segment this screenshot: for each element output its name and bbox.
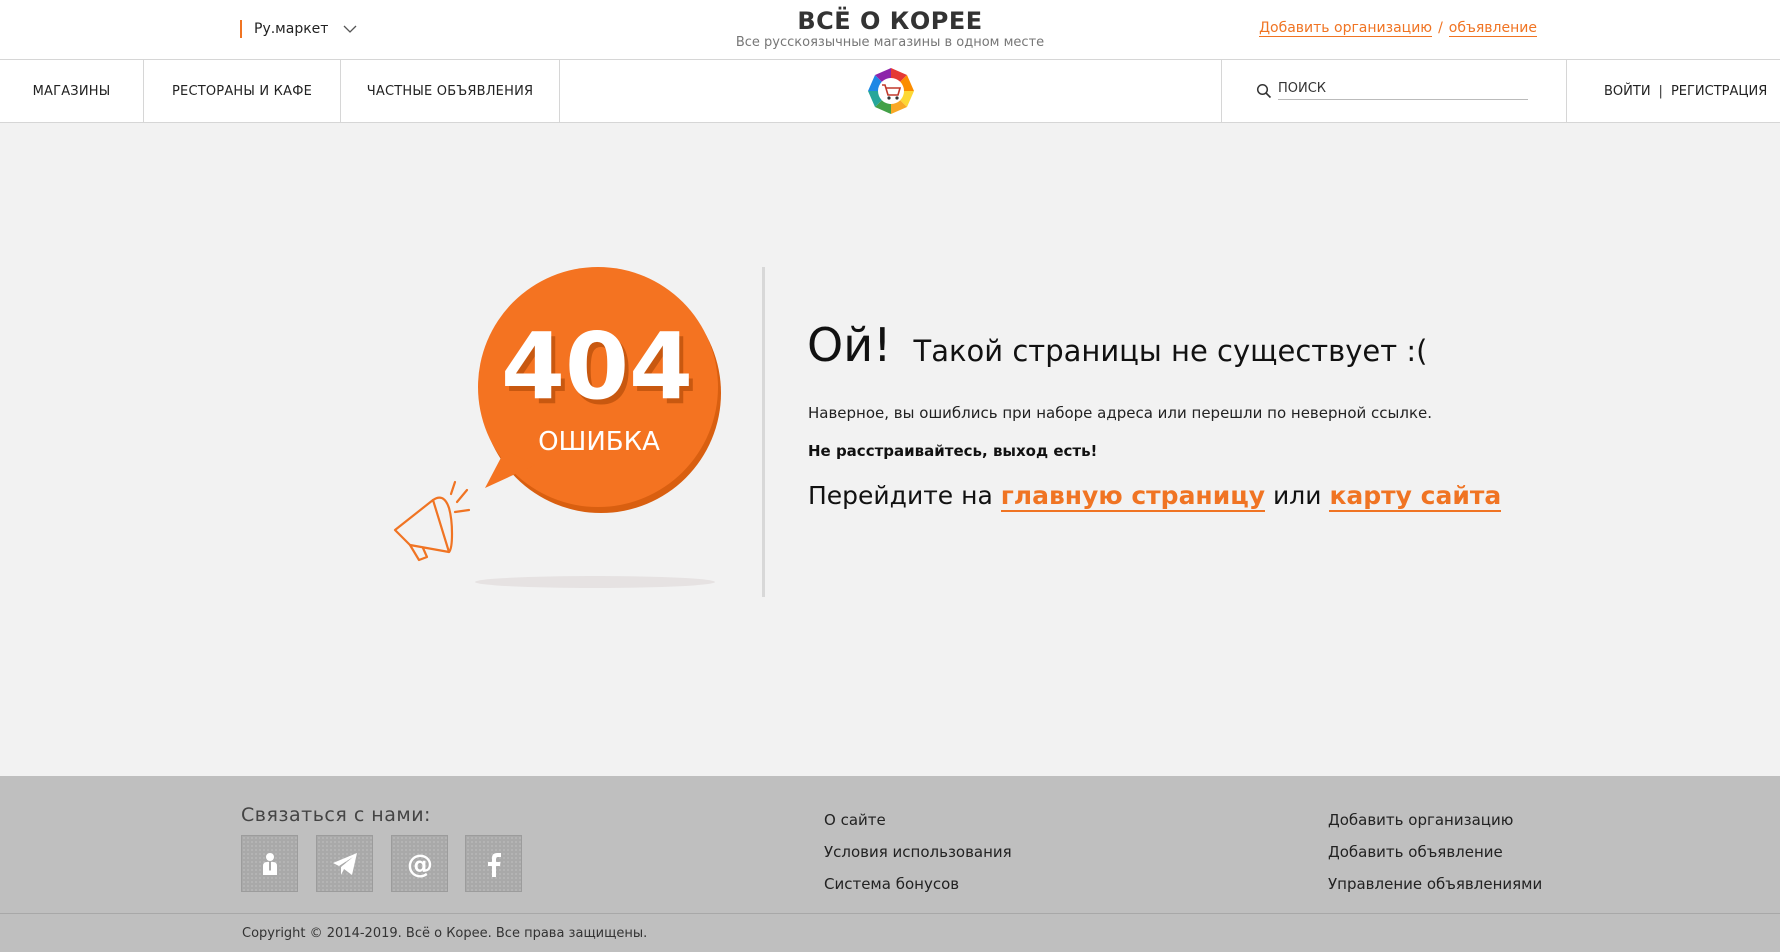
goto-prefix: Перейдите на bbox=[808, 481, 993, 510]
error-hint: Наверное, вы ошиблись при наборе адреса … bbox=[808, 404, 1432, 422]
error-label-text: ОШИБКА bbox=[538, 427, 660, 457]
add-links: Добавить организацию / объявление bbox=[1259, 20, 1537, 37]
footer-add-ad-link[interactable]: Добавить объявление bbox=[1328, 836, 1542, 868]
email-button[interactable]: @ bbox=[391, 835, 448, 892]
about-link[interactable]: О сайте bbox=[824, 804, 1012, 836]
register-link[interactable]: Регистрация bbox=[1671, 84, 1767, 99]
person-icon bbox=[262, 852, 277, 875]
search-input[interactable] bbox=[1278, 78, 1528, 100]
add-org-word: организацию bbox=[1334, 20, 1433, 36]
error-navigation: Перейдите на главную страницу или карту … bbox=[808, 481, 1502, 512]
sitemap-link[interactable]: карту сайта bbox=[1329, 481, 1502, 512]
footer-add-organization-link[interactable]: Добавить организацию bbox=[1328, 804, 1542, 836]
contact-person-button[interactable] bbox=[241, 835, 298, 892]
main-nav: Магазины Рестораны и кафе Частные объявл… bbox=[0, 60, 1780, 123]
facebook-button[interactable] bbox=[465, 835, 522, 892]
site-logo[interactable] bbox=[867, 67, 915, 115]
svg-text:@: @ bbox=[407, 850, 433, 879]
manage-ads-link[interactable]: Управление объявлениями bbox=[1328, 868, 1542, 900]
error-headline: Ой! Такой страницы не существует :( bbox=[807, 318, 1427, 372]
login-link[interactable]: Войти bbox=[1604, 84, 1651, 99]
search-box bbox=[1221, 60, 1567, 122]
add-org-prefix: Добавить bbox=[1259, 20, 1330, 36]
bubble-shadow bbox=[475, 576, 715, 588]
add-ad-link[interactable]: объявление bbox=[1448, 20, 1537, 37]
contact-title: Связаться с нами: bbox=[241, 804, 431, 826]
footer-links-info: О сайте Условия использования Система бо… bbox=[824, 804, 1012, 900]
add-links-separator: / bbox=[1438, 20, 1443, 36]
nav-item-classifieds[interactable]: Частные объявления bbox=[341, 60, 560, 122]
bonus-system-link[interactable]: Система бонусов bbox=[824, 868, 1012, 900]
telegram-button[interactable] bbox=[316, 835, 373, 892]
content-divider bbox=[762, 267, 765, 597]
oops-text: Ой! bbox=[807, 318, 892, 372]
footer-links-actions: Добавить организацию Добавить объявление… bbox=[1328, 804, 1542, 900]
telegram-icon bbox=[332, 852, 357, 875]
copyright-bar: Copyright © 2014-2019. Всё о Корее. Все … bbox=[0, 914, 1780, 952]
nav-item-restaurants[interactable]: Рестораны и кафе bbox=[144, 60, 341, 122]
nav-item-shops[interactable]: Магазины bbox=[0, 60, 144, 122]
top-header: Ру.маркет ВСЁ О КОРЕЕ Все русскоязычные … bbox=[0, 0, 1780, 60]
facebook-icon bbox=[487, 852, 501, 877]
error-404-illustration: 404 404 ОШИБКА bbox=[393, 267, 721, 588]
at-icon: @ bbox=[407, 850, 433, 879]
add-organization-link[interactable]: Добавить организацию bbox=[1259, 20, 1433, 37]
search-icon[interactable] bbox=[1256, 83, 1272, 99]
auth-separator: | bbox=[1658, 83, 1663, 99]
copyright-text: Copyright © 2014-2019. Всё о Корее. Все … bbox=[242, 926, 648, 941]
error-code-text-front: 404 bbox=[501, 313, 693, 420]
auth-links: Войти | Регистрация bbox=[1604, 60, 1767, 122]
site-subtitle: Все русскоязычные магазины в одном месте bbox=[735, 35, 1045, 50]
error-headline-text: Такой страницы не существует :( bbox=[913, 334, 1428, 368]
megaphone-icon bbox=[393, 480, 471, 562]
footer: Связаться с нами: @ О сайте Условия испо… bbox=[0, 776, 1780, 914]
home-page-link[interactable]: главную страницу bbox=[1000, 481, 1266, 512]
goto-or: или bbox=[1273, 481, 1322, 510]
terms-link[interactable]: Условия использования bbox=[824, 836, 1012, 868]
error-calm-text: Не расстраивайтесь, выход есть! bbox=[808, 442, 1098, 460]
